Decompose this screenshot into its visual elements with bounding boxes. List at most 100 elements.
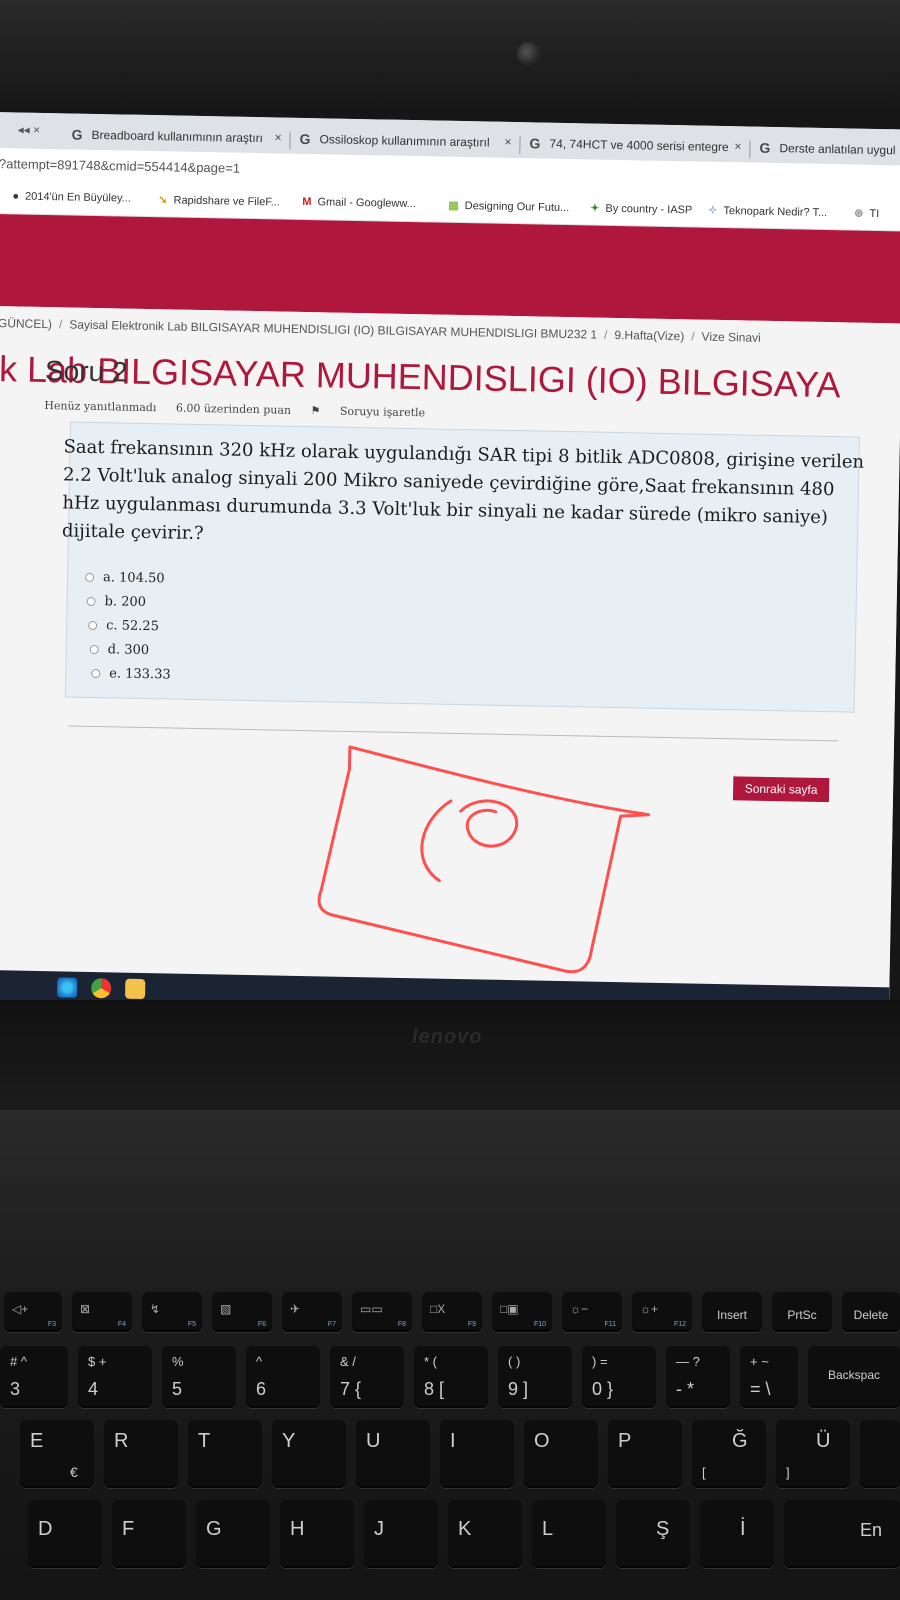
browser-tab[interactable]: G Breadboard kullanımının araştırı × bbox=[65, 121, 285, 153]
key-f5[interactable]: ↯ F5 bbox=[142, 1292, 202, 1332]
google-icon: G bbox=[299, 130, 311, 148]
breadcrumb-item[interactable]: Sayisal Elektronik Lab BILGISAYAR MUHEND… bbox=[69, 317, 597, 341]
bookmark-item[interactable]: M Gmail - Googleww... bbox=[302, 196, 416, 210]
key-enter-top[interactable] bbox=[860, 1420, 900, 1488]
key-t[interactable]: T bbox=[188, 1420, 262, 1488]
edge-icon[interactable] bbox=[57, 977, 78, 998]
browser-tab[interactable]: G Ossiloskop kullanımının araştırıl × bbox=[293, 126, 515, 158]
key-0[interactable]: ) = 0 } bbox=[582, 1346, 656, 1408]
bookmark-item[interactable]: ▦ Designing Our Futu... bbox=[448, 199, 569, 214]
key-equals[interactable]: + ~ = \ bbox=[740, 1346, 798, 1408]
key-5[interactable]: % 5 bbox=[162, 1346, 236, 1408]
radio-button[interactable] bbox=[86, 596, 96, 607]
key-3[interactable]: # ^ 3 bbox=[0, 1346, 68, 1408]
key-s-cedilla[interactable]: Ş bbox=[616, 1500, 690, 1568]
key-4[interactable]: $ + 4 bbox=[78, 1346, 152, 1408]
key-i[interactable]: I bbox=[440, 1420, 514, 1488]
breadcrumb: GÜNCEL) / Sayisal Elektronik Lab BILGISAYA… bbox=[0, 316, 761, 345]
tab-close-icon[interactable]: × bbox=[734, 139, 741, 153]
key-r[interactable]: R bbox=[104, 1420, 178, 1488]
key-f4[interactable]: ⊠ F4 bbox=[72, 1292, 132, 1332]
bookmark-item[interactable]: ● 2014'ün En Büyüley... bbox=[12, 190, 131, 204]
key-label: İ bbox=[740, 1518, 746, 1540]
fkey-label: F4 bbox=[117, 1321, 126, 1328]
question-status: Henüz yanıtlanmadı bbox=[44, 399, 157, 415]
key-label: Y bbox=[282, 1430, 296, 1452]
breadcrumb-item[interactable]: GÜNCEL) bbox=[0, 316, 52, 331]
key-f6[interactable]: ▧ F6 bbox=[212, 1292, 272, 1332]
bookmark-label: TI bbox=[869, 207, 880, 221]
flag-icon: ⚑ bbox=[310, 404, 321, 418]
key-label: - * bbox=[676, 1379, 694, 1399]
bookmark-item[interactable]: ✧ Teknopark Nedir? T... bbox=[708, 204, 827, 219]
answer-option[interactable]: e. 133.33 bbox=[91, 666, 171, 682]
answer-option[interactable]: a. 104.50 bbox=[84, 570, 165, 586]
key-prtsc[interactable]: PrtSc bbox=[772, 1292, 832, 1332]
key-label: 4 bbox=[88, 1379, 99, 1399]
project-display-icon: □▣ bbox=[500, 1302, 519, 1316]
key-insert[interactable]: Insert bbox=[702, 1292, 762, 1332]
tab-nav-controls[interactable]: ◂◂ × bbox=[18, 122, 41, 136]
touchpad-icon: ▧ bbox=[220, 1302, 232, 1316]
key-k[interactable]: K bbox=[448, 1500, 522, 1568]
key-8[interactable]: * (8 [ bbox=[414, 1346, 488, 1408]
radio-button[interactable] bbox=[88, 620, 98, 631]
bookmark-item[interactable]: ✦ By country - IASP bbox=[590, 201, 692, 216]
key-o[interactable]: O bbox=[524, 1420, 598, 1488]
key-7[interactable]: & / 7 { bbox=[330, 1346, 404, 1408]
browser-tab[interactable]: G Derste anlatılan uygul bbox=[753, 135, 900, 166]
key-p[interactable]: P bbox=[608, 1420, 682, 1488]
airplane-mode-icon: ✈ bbox=[290, 1302, 301, 1316]
breadcrumb-item[interactable]: Vize Sinavi bbox=[701, 330, 760, 345]
key-f12[interactable]: ☼+ F12 bbox=[632, 1292, 692, 1332]
key-j[interactable]: J bbox=[364, 1500, 438, 1568]
radio-button[interactable] bbox=[84, 572, 95, 583]
key-f8[interactable]: ▭▭ F8 bbox=[352, 1292, 412, 1332]
answer-option[interactable]: b. 200 bbox=[86, 594, 146, 610]
fkey-label: F6 bbox=[257, 1321, 266, 1328]
tab-close-icon[interactable]: × bbox=[504, 135, 511, 149]
key-e[interactable]: E € bbox=[20, 1420, 94, 1488]
key-f[interactable]: F bbox=[112, 1500, 186, 1568]
tab-close-icon[interactable]: × bbox=[274, 130, 281, 144]
key-f11[interactable]: ☼− F11 bbox=[562, 1292, 622, 1332]
chrome-icon[interactable] bbox=[91, 978, 112, 999]
key-i-dotted[interactable]: İ bbox=[700, 1500, 774, 1568]
file-explorer-icon[interactable] bbox=[125, 978, 146, 1000]
next-page-button[interactable]: Sonraki sayfa bbox=[732, 776, 830, 803]
tab-label: Ossiloskop kullanımının araştırıl bbox=[319, 132, 490, 150]
key-g-breve[interactable]: Ğ[ bbox=[692, 1420, 766, 1488]
bookmark-label: Rapidshare ve FileF... bbox=[173, 194, 281, 209]
key-h[interactable]: H bbox=[280, 1500, 354, 1568]
key-label: 8 [ bbox=[424, 1379, 445, 1399]
key-d[interactable]: D bbox=[28, 1500, 102, 1568]
key-backspace[interactable]: Backspac bbox=[808, 1346, 900, 1408]
breadcrumb-item[interactable]: 9.Hafta(Vize) bbox=[614, 328, 684, 343]
browser-tab[interactable]: G 74, 74HCT ve 4000 serisi entegre × bbox=[523, 130, 745, 162]
key-9[interactable]: ( ) 9 ] bbox=[498, 1346, 572, 1408]
bookmark-item[interactable]: ➘ Rapidshare ve FileF... bbox=[158, 193, 280, 208]
key-f7[interactable]: ✈ F7 bbox=[282, 1292, 342, 1332]
key-f9[interactable]: □X F9 bbox=[422, 1292, 482, 1332]
google-icon: G bbox=[759, 139, 771, 156]
key-l[interactable]: L bbox=[532, 1500, 606, 1568]
key-minus[interactable]: — ? - * bbox=[666, 1346, 730, 1408]
answer-option[interactable]: c. 52.25 bbox=[88, 618, 159, 634]
key-6[interactable]: ^ 6 bbox=[246, 1346, 320, 1408]
radio-button[interactable] bbox=[91, 668, 101, 679]
key-u-umlaut[interactable]: Ü] bbox=[776, 1420, 850, 1488]
bookmark-item[interactable]: ⊛ TI bbox=[854, 207, 879, 220]
url-text[interactable]: ?attempt=891748&cmid=554414&page=1 bbox=[0, 156, 240, 176]
key-g[interactable]: G bbox=[196, 1500, 270, 1568]
option-label: d. 300 bbox=[107, 642, 150, 659]
answer-option[interactable]: d. 300 bbox=[89, 642, 150, 659]
radio-button[interactable] bbox=[89, 644, 99, 655]
key-enter[interactable]: En bbox=[784, 1500, 900, 1568]
key-delete[interactable]: Delete bbox=[842, 1292, 900, 1332]
key-y[interactable]: Y bbox=[272, 1420, 346, 1488]
key-label: L bbox=[542, 1518, 554, 1540]
key-u[interactable]: U bbox=[356, 1420, 430, 1488]
key-f3[interactable]: ◁+ F3 bbox=[4, 1292, 62, 1332]
flag-question-link[interactable]: ⚑ Soruyu işaretle bbox=[310, 404, 441, 420]
key-f10[interactable]: □▣ F10 bbox=[492, 1292, 552, 1332]
